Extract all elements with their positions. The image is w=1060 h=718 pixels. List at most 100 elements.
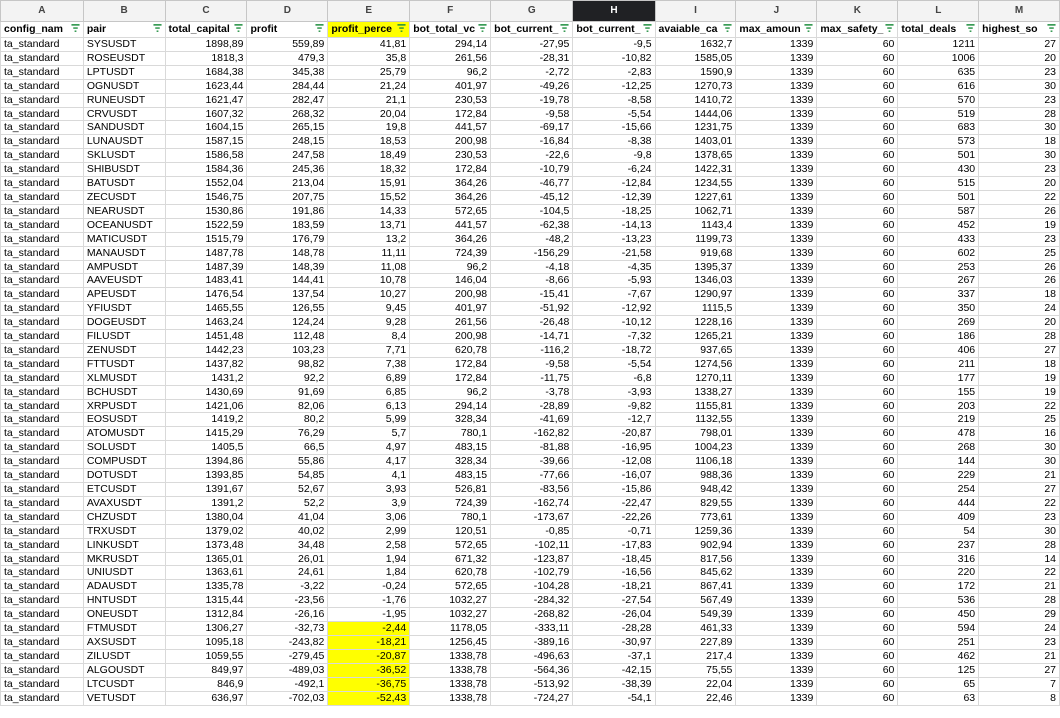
- table-cell[interactable]: -39,66: [490, 454, 574, 470]
- table-cell[interactable]: -0,71: [572, 523, 656, 539]
- table-cell[interactable]: -77,66: [490, 468, 574, 483]
- table-cell[interactable]: 98,82: [246, 356, 329, 372]
- table-cell[interactable]: 60: [816, 523, 899, 539]
- column-header-j[interactable]: J: [735, 0, 818, 22]
- table-cell[interactable]: ADAUSDT: [82, 579, 166, 595]
- column-header-l[interactable]: L: [897, 0, 980, 22]
- table-cell[interactable]: 1338,78: [409, 662, 492, 678]
- table-cell[interactable]: ta_standard: [0, 329, 84, 344]
- table-cell[interactable]: 1115,5: [654, 301, 737, 317]
- table-cell[interactable]: ZENUSDT: [82, 342, 166, 358]
- table-cell[interactable]: 144: [897, 454, 980, 470]
- table-cell[interactable]: YFIUSDT: [82, 301, 166, 317]
- table-cell[interactable]: 1522,59: [164, 217, 248, 233]
- filter-icon[interactable]: [723, 24, 732, 33]
- table-cell[interactable]: 60: [816, 64, 899, 80]
- table-cell[interactable]: 409: [897, 509, 980, 525]
- table-cell[interactable]: 1621,47: [164, 92, 248, 108]
- table-cell[interactable]: -12,84: [572, 176, 656, 191]
- table-cell[interactable]: 60: [816, 356, 899, 372]
- table-cell[interactable]: ZECUSDT: [82, 189, 166, 205]
- table-cell[interactable]: -19,78: [490, 92, 574, 108]
- table-cell[interactable]: -12,7: [572, 412, 656, 428]
- table-cell[interactable]: 60: [816, 189, 899, 205]
- table-cell[interactable]: 364,26: [409, 231, 492, 247]
- table-cell[interactable]: 7,38: [327, 356, 411, 372]
- table-cell[interactable]: -162,82: [490, 426, 574, 442]
- table-cell[interactable]: 96,2: [409, 384, 492, 400]
- table-cell[interactable]: -389,16: [490, 634, 574, 650]
- table-cell[interactable]: -333,11: [490, 621, 574, 636]
- table-cell[interactable]: 1380,04: [164, 509, 248, 525]
- table-cell[interactable]: -9,8: [572, 148, 656, 164]
- table-cell[interactable]: -5,93: [572, 273, 656, 289]
- table-cell[interactable]: XRPUSDT: [82, 398, 166, 414]
- table-cell[interactable]: 1515,79: [164, 231, 248, 247]
- table-cell[interactable]: 441,57: [409, 120, 492, 136]
- table-cell[interactable]: 1487,78: [164, 245, 248, 261]
- table-cell[interactable]: 91,69: [246, 384, 329, 400]
- table-cell[interactable]: -268,82: [490, 607, 574, 623]
- table-cell[interactable]: 620,78: [409, 342, 492, 358]
- header-cell[interactable]: total_deals: [897, 21, 980, 38]
- table-cell[interactable]: -18,72: [572, 342, 656, 358]
- table-cell[interactable]: 1476,54: [164, 287, 248, 303]
- table-cell[interactable]: 1339: [735, 412, 818, 428]
- table-cell[interactable]: 176,79: [246, 231, 329, 247]
- table-cell[interactable]: 23: [978, 509, 1060, 525]
- table-cell[interactable]: -15,86: [572, 482, 656, 497]
- table-cell[interactable]: -8,58: [572, 92, 656, 108]
- table-cell[interactable]: 1339: [735, 342, 818, 358]
- table-cell[interactable]: 237: [897, 537, 980, 553]
- table-cell[interactable]: 211: [897, 356, 980, 372]
- table-cell[interactable]: 294,14: [409, 398, 492, 414]
- table-cell[interactable]: ta_standard: [0, 454, 84, 470]
- table-cell[interactable]: MKRUSDT: [82, 551, 166, 567]
- table-cell[interactable]: -8,38: [572, 134, 656, 150]
- table-cell[interactable]: -102,11: [490, 537, 574, 553]
- table-cell[interactable]: 227,89: [654, 634, 737, 650]
- table-cell[interactable]: OCEANUSDT: [82, 217, 166, 233]
- table-cell[interactable]: 19: [978, 217, 1060, 233]
- table-cell[interactable]: 4,17: [327, 454, 411, 470]
- table-cell[interactable]: 26,01: [246, 551, 329, 567]
- table-cell[interactable]: 137,54: [246, 287, 329, 303]
- table-cell[interactable]: 1339: [735, 120, 818, 136]
- table-cell[interactable]: 350: [897, 301, 980, 317]
- table-cell[interactable]: ta_standard: [0, 662, 84, 678]
- table-cell[interactable]: 24: [978, 621, 1060, 636]
- table-cell[interactable]: 1405,5: [164, 440, 248, 456]
- table-cell[interactable]: -21,58: [572, 245, 656, 261]
- table-cell[interactable]: 1335,78: [164, 579, 248, 595]
- table-cell[interactable]: LPTUSDT: [82, 64, 166, 80]
- table-cell[interactable]: 203: [897, 398, 980, 414]
- header-cell[interactable]: bot_total_vc: [409, 21, 492, 38]
- table-cell[interactable]: ta_standard: [0, 287, 84, 303]
- table-cell[interactable]: -12,25: [572, 78, 656, 94]
- table-cell[interactable]: -0,85: [490, 523, 574, 539]
- table-cell[interactable]: 483,15: [409, 468, 492, 483]
- table-cell[interactable]: -123,87: [490, 551, 574, 567]
- table-cell[interactable]: 1339: [735, 676, 818, 692]
- table-cell[interactable]: 1339: [735, 384, 818, 400]
- table-cell[interactable]: 1339: [735, 370, 818, 386]
- table-cell[interactable]: 25: [978, 412, 1060, 428]
- table-cell[interactable]: SOLUSDT: [82, 440, 166, 456]
- table-cell[interactable]: ta_standard: [0, 189, 84, 205]
- table-cell[interactable]: 177: [897, 370, 980, 386]
- table-cell[interactable]: ta_standard: [0, 690, 84, 706]
- table-cell[interactable]: ta_standard: [0, 78, 84, 94]
- table-cell[interactable]: 1393,85: [164, 468, 248, 483]
- table-cell[interactable]: 1586,58: [164, 148, 248, 164]
- table-cell[interactable]: 52,67: [246, 482, 329, 497]
- table-cell[interactable]: 519: [897, 106, 980, 122]
- table-cell[interactable]: -26,48: [490, 315, 574, 331]
- table-cell[interactable]: 230,53: [409, 92, 492, 108]
- table-cell[interactable]: NEARUSDT: [82, 203, 166, 219]
- table-cell[interactable]: -20,87: [572, 426, 656, 442]
- table-cell[interactable]: ETCUSDT: [82, 482, 166, 497]
- table-cell[interactable]: -162,74: [490, 495, 574, 511]
- table-cell[interactable]: 1415,29: [164, 426, 248, 442]
- table-cell[interactable]: -18,45: [572, 551, 656, 567]
- table-cell[interactable]: 1421,06: [164, 398, 248, 414]
